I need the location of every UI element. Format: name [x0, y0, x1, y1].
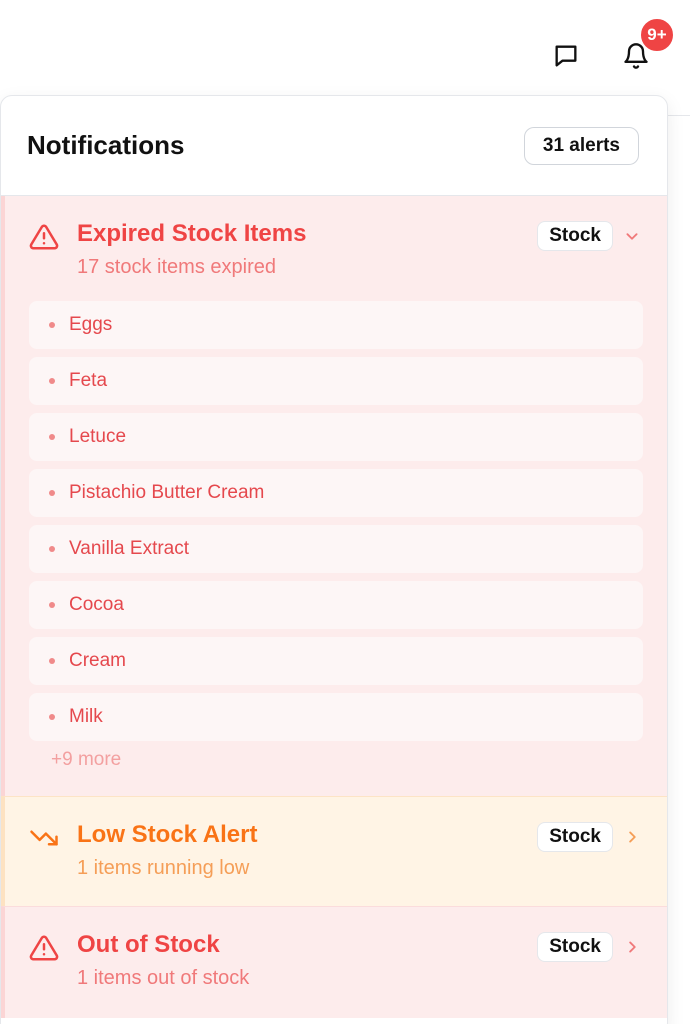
item-label: Milk: [69, 706, 103, 727]
trending-down-icon: [30, 830, 58, 846]
item-label: Cream: [69, 650, 127, 671]
list-item[interactable]: Eggs: [29, 301, 643, 349]
list-item[interactable]: Feta: [29, 357, 643, 405]
notification-group-out-of-stock[interactable]: Out of Stock 1 items out of stock Stock: [1, 906, 667, 1018]
alert-triangle-icon: [29, 224, 59, 250]
group-subtitle: 1 items running low: [77, 857, 250, 879]
alert-count-badge: 31 alerts: [523, 126, 639, 165]
list-item[interactable]: Pistachio Butter Cream: [29, 469, 643, 517]
group-subtitle: 17 stock items expired: [77, 256, 276, 278]
item-label: Eggs: [69, 314, 113, 335]
list-item[interactable]: Vanilla Extract: [29, 525, 643, 573]
bullet-icon: [49, 714, 55, 720]
expired-items-list: Eggs Feta Letuce Pistachio Butter Cream …: [29, 301, 643, 741]
item-label: Vanilla Extract: [69, 538, 190, 559]
group-title: Low Stock Alert: [77, 821, 258, 848]
list-item[interactable]: Milk: [29, 693, 643, 741]
notification-count-badge: 9+: [639, 17, 675, 53]
list-item[interactable]: Letuce: [29, 413, 643, 461]
group-subtitle: 1 items out of stock: [77, 967, 250, 989]
chevron-down-icon[interactable]: [621, 225, 643, 247]
item-label: Pistachio Butter Cream: [69, 482, 265, 503]
bullet-icon: [49, 378, 55, 384]
bullet-icon: [49, 434, 55, 440]
bullet-icon: [49, 602, 55, 608]
list-item[interactable]: Cream: [29, 637, 643, 685]
notification-group-expired[interactable]: Expired Stock Items 17 stock items expir…: [1, 196, 667, 796]
item-label: Feta: [69, 370, 108, 391]
message-square-icon[interactable]: [546, 36, 586, 76]
category-tag: Stock: [537, 932, 613, 962]
category-tag: Stock: [537, 822, 613, 852]
top-bar: 9+: [0, 0, 690, 100]
bullet-icon: [49, 658, 55, 664]
notifications-panel: Notifications 31 alerts Expired Stock It…: [0, 95, 668, 1024]
chevron-right-icon[interactable]: [621, 826, 643, 848]
bullet-icon: [49, 322, 55, 328]
panel-title: Notifications: [27, 130, 185, 160]
category-tag: Stock: [537, 221, 613, 251]
item-label: Cocoa: [69, 594, 124, 615]
list-item[interactable]: Cocoa: [29, 581, 643, 629]
notification-group-low-stock[interactable]: Low Stock Alert 1 items running low Stoc…: [1, 796, 667, 906]
bullet-icon: [49, 546, 55, 552]
more-items-link[interactable]: +9 more: [29, 749, 643, 771]
bullet-icon: [49, 490, 55, 496]
group-title: Out of Stock: [77, 931, 220, 958]
alert-triangle-icon: [29, 935, 59, 961]
chevron-right-icon[interactable]: [621, 936, 643, 958]
group-title: Expired Stock Items: [77, 220, 307, 247]
item-label: Letuce: [69, 426, 127, 447]
panel-header: Notifications 31 alerts: [1, 96, 667, 196]
